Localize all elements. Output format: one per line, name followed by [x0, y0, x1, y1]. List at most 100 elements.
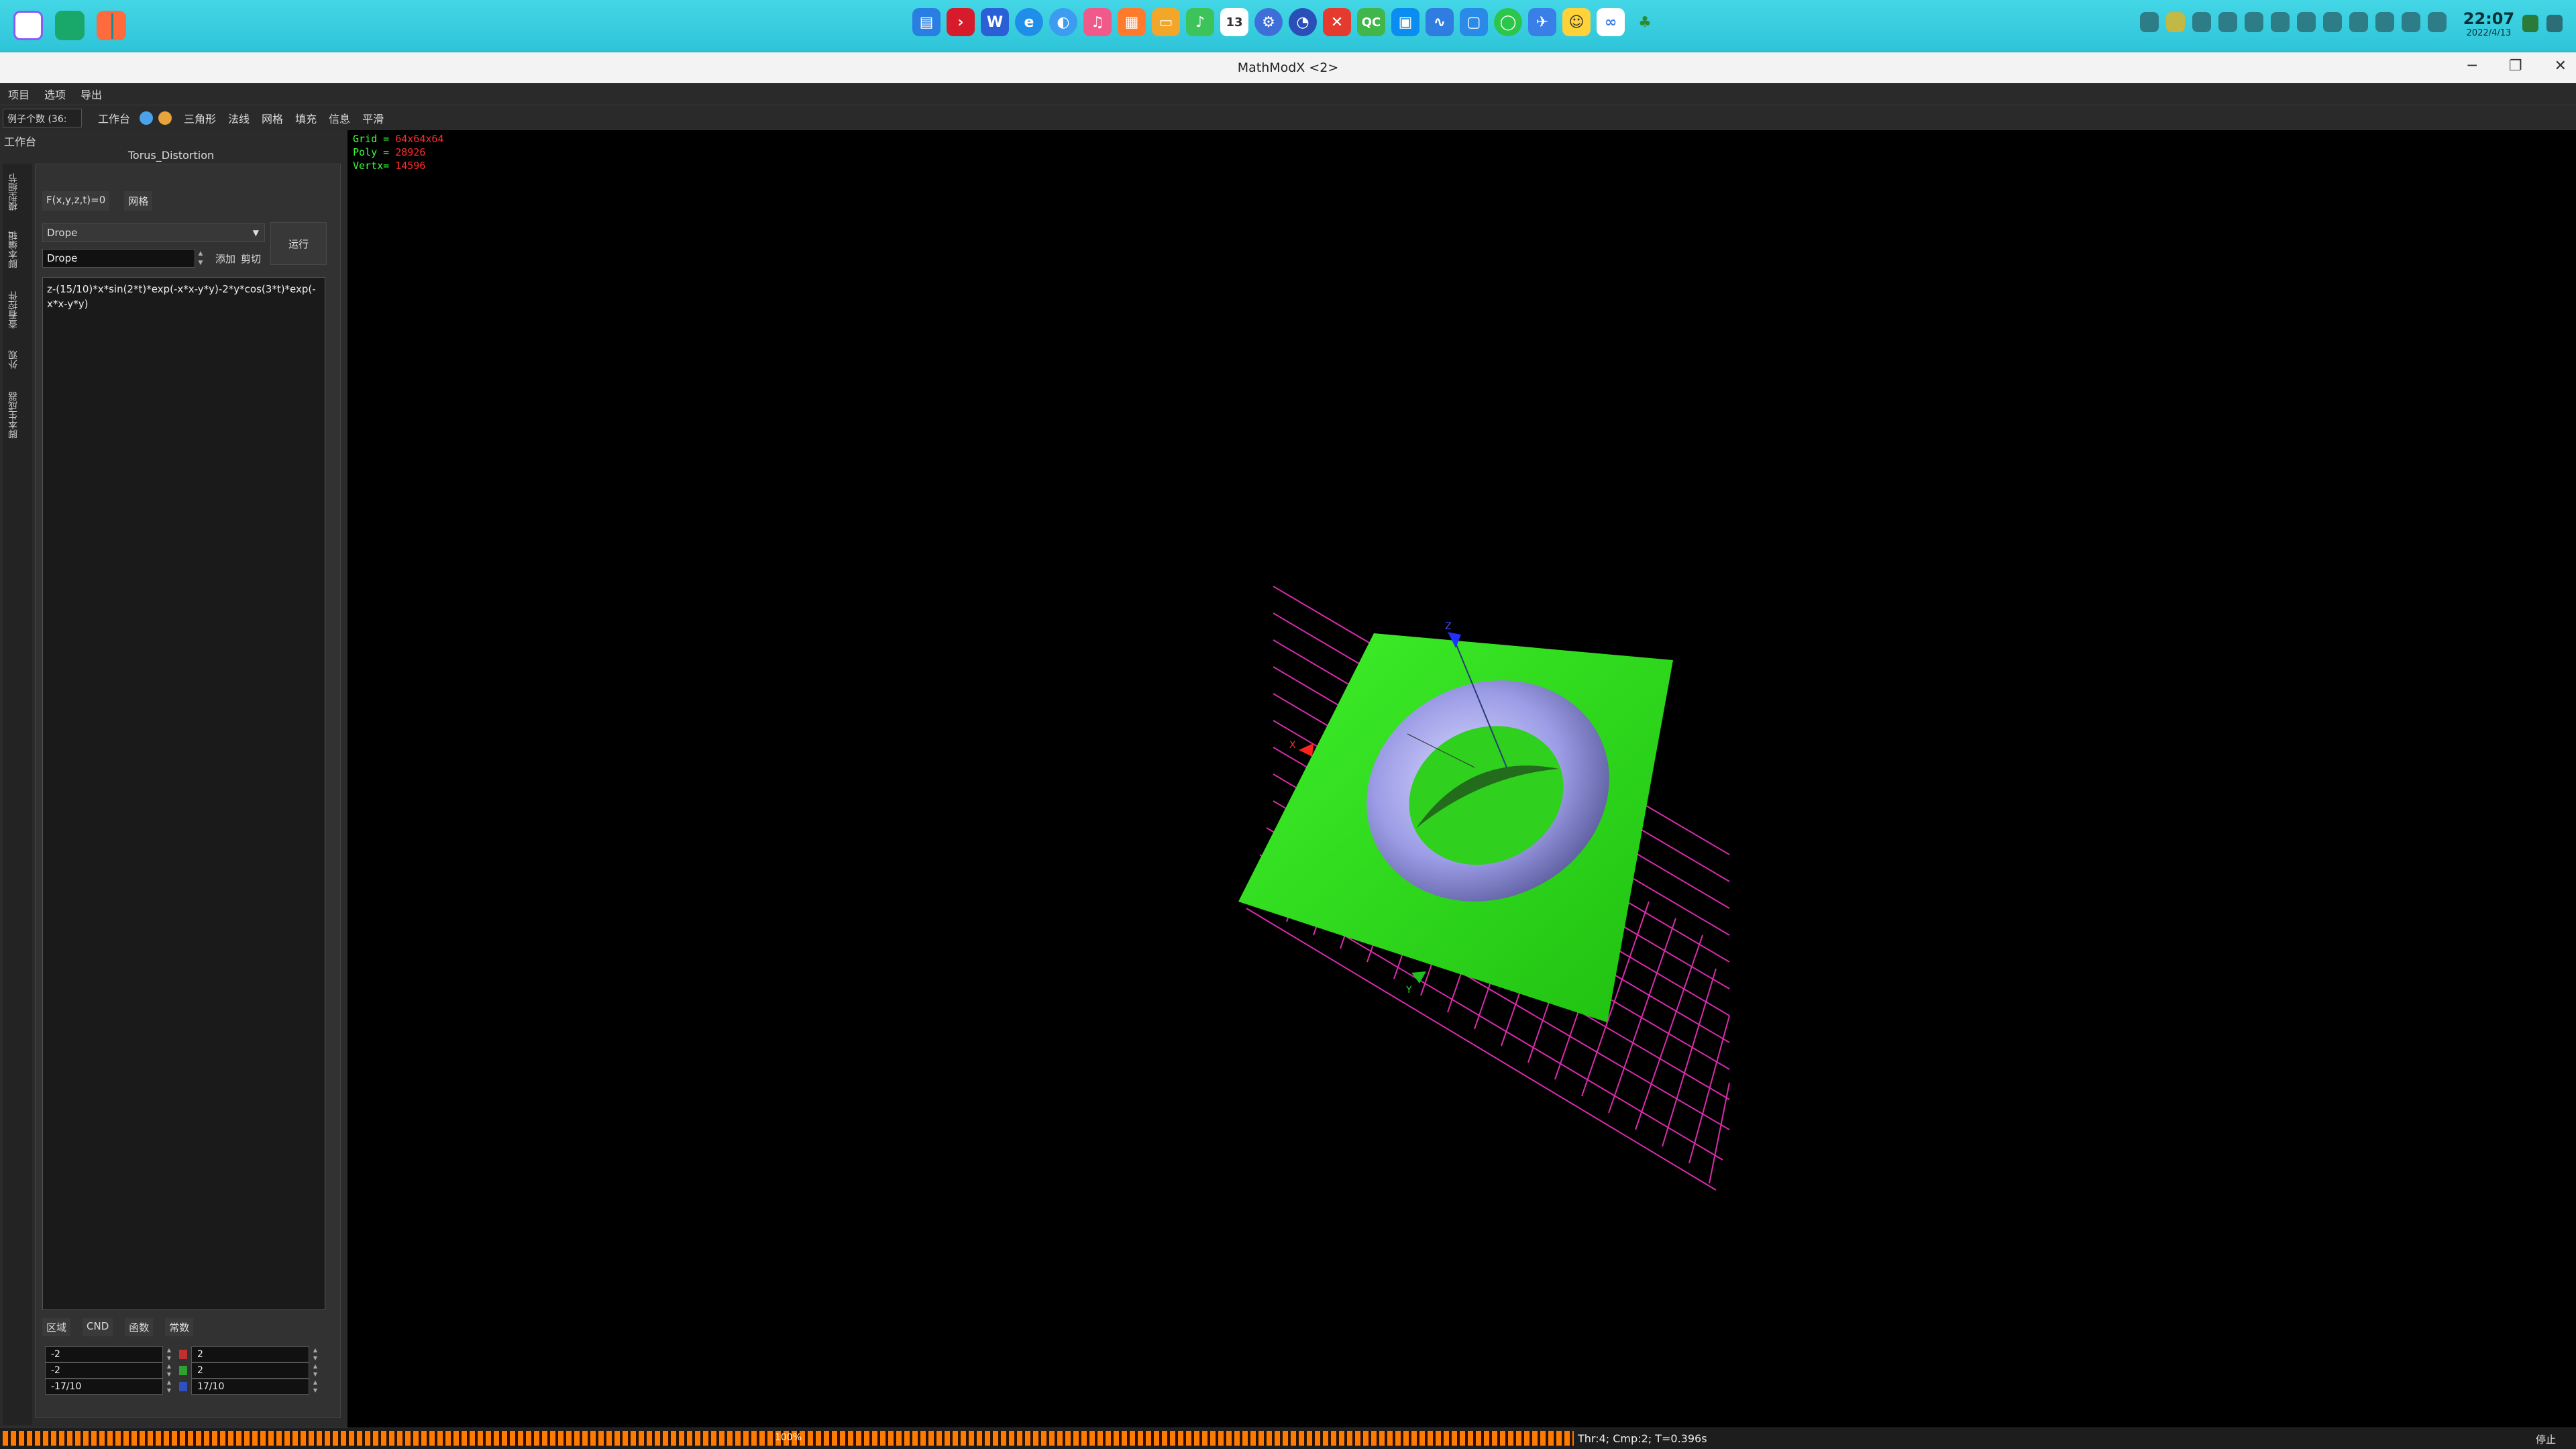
- app-dock: ▤ › W e ◐ ♫ ▦ ▭ ♪ 13 ⚙ ◔ ✕ QC ▣ ∿ ▢ ◯ ✈ …: [912, 8, 1659, 36]
- fill-button[interactable]: 填充: [295, 110, 317, 126]
- files-icon[interactable]: ▣: [1391, 8, 1419, 36]
- y-axis-label: Y: [1405, 985, 1412, 996]
- restore-button[interactable]: ❐: [2509, 58, 2522, 74]
- info-button[interactable]: 信息: [329, 110, 350, 126]
- z-min-spin[interactable]: ▲ ▼: [166, 1379, 172, 1395]
- window-titlebar: MathModX <2> ─ ❐ ✕: [0, 52, 2576, 83]
- vtab-script-edit[interactable]: 脚本编辑: [7, 231, 28, 268]
- game-icon[interactable]: ☺: [1562, 8, 1591, 36]
- palette-icon[interactable]: [158, 111, 172, 125]
- normals-button[interactable]: 法线: [228, 110, 250, 126]
- doc-icon[interactable]: ▢: [1460, 8, 1488, 36]
- status-bar: 100% Thr:4; Cmp:2; T=0.396s 停止: [0, 1428, 2576, 1449]
- x-min-spin[interactable]: ▲ ▼: [166, 1346, 172, 1362]
- add-button[interactable]: 添加: [215, 252, 235, 266]
- x-max-input[interactable]: 2: [191, 1346, 309, 1362]
- dropdown-value: Drope: [47, 227, 78, 239]
- clock[interactable]: 22:07 2022/4/13: [2462, 9, 2516, 38]
- z-max-input[interactable]: 17/10: [191, 1379, 309, 1395]
- network-icon[interactable]: ∞: [1597, 8, 1625, 36]
- y-max-input[interactable]: 2: [191, 1362, 309, 1379]
- tray-app-icon[interactable]: [2166, 12, 2185, 32]
- tab-implicit-function[interactable]: F(x,y,z,t)=0: [42, 191, 110, 211]
- chevron-right-icon[interactable]: [2323, 12, 2342, 32]
- workbench-panel: 工作台 Torus_Distortion 模型细节 脚本编辑 查看控件 外观 脚…: [0, 130, 347, 1428]
- tab-mesh[interactable]: 网格: [124, 191, 153, 211]
- reload-icon[interactable]: [140, 111, 154, 125]
- vtab-appearance[interactable]: 外观: [7, 350, 28, 369]
- scene-svg: X Y Z: [1238, 586, 1730, 1191]
- power-icon[interactable]: [2428, 12, 2447, 32]
- tray-app-icon[interactable]: [2140, 12, 2159, 32]
- y-min-input[interactable]: -2: [45, 1362, 163, 1379]
- z-max-spin[interactable]: ▲ ▼: [312, 1379, 319, 1395]
- menu-project[interactable]: 项目: [8, 86, 30, 102]
- store-icon[interactable]: ▤: [912, 8, 941, 36]
- wifi-icon[interactable]: [2349, 12, 2368, 32]
- z-min-input[interactable]: -17/10: [45, 1379, 163, 1395]
- tab-domain[interactable]: 区域: [42, 1318, 71, 1336]
- cut-button[interactable]: 剪切: [241, 252, 261, 266]
- x-min-input[interactable]: -2: [45, 1346, 163, 1362]
- x-color-box: [179, 1350, 187, 1359]
- surface-dropdown[interactable]: Drope ▼: [42, 223, 265, 242]
- vtab-view-controls[interactable]: 查看控件: [7, 291, 28, 329]
- workbench-button[interactable]: 工作台: [98, 110, 130, 126]
- wifi-icon[interactable]: [2297, 12, 2316, 32]
- triangles-button[interactable]: 三角形: [184, 110, 216, 126]
- settings-icon[interactable]: ⚙: [1254, 8, 1283, 36]
- calendar-icon[interactable]: 13: [1220, 8, 1248, 36]
- desktop-icon[interactable]: [55, 11, 85, 40]
- mesh-button[interactable]: 网格: [262, 110, 283, 126]
- y-min-spin[interactable]: ▲ ▼: [166, 1362, 172, 1379]
- close-button[interactable]: ✕: [2555, 58, 2567, 74]
- y-max-spin[interactable]: ▲ ▼: [312, 1362, 319, 1379]
- tree-icon[interactable]: ♣: [1631, 8, 1659, 36]
- tray-app-icon[interactable]: [2192, 12, 2211, 32]
- minimize-button[interactable]: ─: [2468, 58, 2477, 74]
- tab-constants[interactable]: 常数: [165, 1318, 194, 1336]
- menu-icon[interactable]: [2546, 15, 2563, 32]
- x-max-spin[interactable]: ▲ ▼: [312, 1346, 319, 1362]
- music-icon[interactable]: ♫: [1083, 8, 1112, 36]
- z-axis-label: Z: [1445, 621, 1452, 632]
- package-icon[interactable]: ▦: [1118, 8, 1146, 36]
- browser-icon[interactable]: ◐: [1049, 8, 1077, 36]
- notification-icon[interactable]: [2522, 15, 2538, 32]
- search-icon[interactable]: [2375, 12, 2394, 32]
- keyboard-icon[interactable]: [2245, 12, 2263, 32]
- wechat-icon[interactable]: ◯: [1494, 8, 1522, 36]
- render-viewport[interactable]: Grid = 64x64x64 Poly = 28926 Vertx= 1459…: [347, 130, 2576, 1428]
- desktop-taskbar: ▤ › W e ◐ ♫ ▦ ▭ ♪ 13 ⚙ ◔ ✕ QC ▣ ∿ ▢ ◯ ✈ …: [0, 0, 2576, 52]
- terminal-icon[interactable]: ›: [947, 8, 975, 36]
- presentation-icon[interactable]: ▭: [1152, 8, 1180, 36]
- screen-icon[interactable]: [2402, 12, 2420, 32]
- system-monitor-icon[interactable]: ◔: [1289, 8, 1317, 36]
- vtab-model-details[interactable]: 模型细节: [7, 173, 28, 211]
- menu-export[interactable]: 导出: [80, 86, 102, 102]
- tray-app-icon[interactable]: [2218, 12, 2237, 32]
- menu-options[interactable]: 选项: [44, 86, 66, 102]
- media-icon[interactable]: ♪: [1186, 8, 1214, 36]
- examples-combo[interactable]: 例子个数 (36:: [3, 108, 82, 127]
- expression-editor[interactable]: z-(15/10)*x*sin(2*t)*exp(-x*x-y*y)-2*y*c…: [42, 277, 325, 1310]
- launcher-icon[interactable]: [13, 11, 43, 40]
- wps-icon[interactable]: ✕: [1323, 8, 1351, 36]
- qt-creator-icon[interactable]: QC: [1357, 8, 1385, 36]
- run-button[interactable]: 运行: [270, 222, 327, 265]
- draw-icon[interactable]: ∿: [1426, 8, 1454, 36]
- tab-cnd[interactable]: CND: [83, 1318, 113, 1336]
- feedback-icon[interactable]: ✈: [1528, 8, 1556, 36]
- volume-icon[interactable]: [2271, 12, 2290, 32]
- tab-functions[interactable]: 函数: [125, 1318, 154, 1336]
- component-name-input[interactable]: Drope: [42, 249, 195, 268]
- smooth-button[interactable]: 平滑: [362, 110, 384, 126]
- progress-text: 100%: [774, 1432, 802, 1443]
- spin-arrows[interactable]: ▲ ▼: [197, 249, 205, 268]
- system-tray: [2140, 12, 2447, 32]
- z-color-box: [179, 1382, 187, 1391]
- edge-browser-icon[interactable]: e: [1015, 8, 1043, 36]
- vtab-script-generator[interactable]: 脚本生成器: [7, 392, 28, 439]
- stop-button[interactable]: 停止: [2536, 1432, 2556, 1446]
- wps-writer-icon[interactable]: W: [981, 8, 1009, 36]
